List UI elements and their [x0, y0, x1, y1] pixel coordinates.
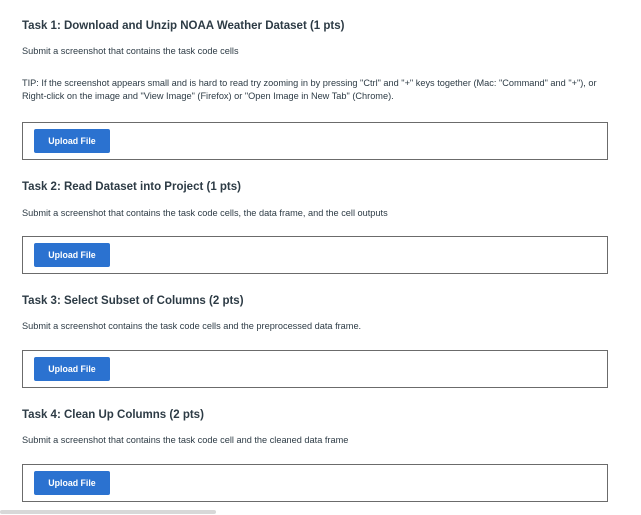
task-2-section: Task 2: Read Dataset into Project (1 pts…	[22, 180, 608, 194]
task-3-description: Submit a screenshot contains the task co…	[22, 321, 362, 331]
task-3-upload-button[interactable]: Upload File	[34, 357, 110, 381]
task-3-title: Task 3: Select Subset of Columns (2 pts)	[22, 295, 244, 307]
task-4-upload-box: Upload File	[22, 464, 608, 502]
task-1-tip-wrap: TIP: If the screenshot appears small and…	[22, 77, 608, 102]
task-1-title: Task 1: Download and Unzip NOAA Weather …	[22, 20, 345, 32]
task-2-upload-button[interactable]: Upload File	[34, 243, 110, 267]
task-4-description: Submit a screenshot that contains the ta…	[22, 435, 349, 445]
task-3-upload-box: Upload File	[22, 350, 608, 388]
task-1-description: Submit a screenshot that contains the ta…	[22, 46, 239, 56]
task-4-section: Task 4: Clean Up Columns (2 pts)	[22, 408, 608, 422]
task-1-tip: TIP: If the screenshot appears small and…	[22, 78, 597, 101]
task-2-description: Submit a screenshot that contains the ta…	[22, 208, 388, 218]
task-1-upload-box: Upload File	[22, 122, 608, 160]
task-1-section: Task 1: Download and Unzip NOAA Weather …	[22, 19, 608, 33]
task-1-description-wrap: Submit a screenshot that contains the ta…	[22, 45, 608, 57]
task-4-upload-button[interactable]: Upload File	[34, 471, 110, 495]
horizontal-scrollbar-thumb[interactable]	[0, 510, 216, 514]
task-2-title: Task 2: Read Dataset into Project (1 pts…	[22, 181, 241, 193]
horizontal-scrollbar[interactable]	[0, 509, 641, 515]
task-4-description-wrap: Submit a screenshot that contains the ta…	[22, 434, 608, 446]
task-2-description-wrap: Submit a screenshot that contains the ta…	[22, 207, 608, 219]
task-3-section: Task 3: Select Subset of Columns (2 pts)	[22, 294, 608, 308]
task-4-title: Task 4: Clean Up Columns (2 pts)	[22, 409, 204, 421]
task-2-upload-box: Upload File	[22, 236, 608, 274]
task-1-upload-button[interactable]: Upload File	[34, 129, 110, 153]
task-3-description-wrap: Submit a screenshot contains the task co…	[22, 320, 608, 332]
